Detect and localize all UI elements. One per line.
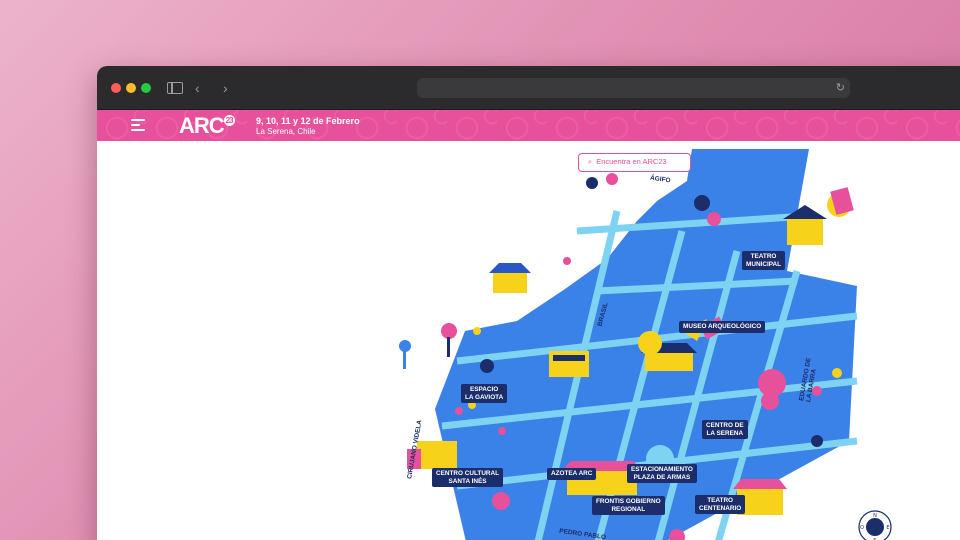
- close-window-button[interactable]: [111, 83, 121, 93]
- place-teatro-municipal[interactable]: TEATRO MUNICIPAL: [742, 251, 786, 270]
- chevron-left-icon[interactable]: ‹: [195, 78, 200, 98]
- svg-text:N: N: [873, 513, 877, 519]
- map-content: ⌕ Encuentra en ARC23 TEATRO MUNICIPAL MU…: [97, 141, 960, 540]
- event-dates: 9, 10, 11 y 12 de Febrero: [256, 116, 360, 126]
- sidebar-toggle-icon[interactable]: [167, 82, 183, 94]
- place-frontis-gobierno-regional[interactable]: FRONTIS GOBIERNO REGIONAL: [592, 496, 665, 515]
- search-input[interactable]: ⌕ Encuentra en ARC23: [578, 153, 691, 172]
- site-header: ARC 23 9, 10, 11 y 12 de Febrero La Seren…: [97, 110, 960, 141]
- browser-titlebar: ‹ › ↻: [97, 66, 960, 110]
- address-bar[interactable]: ↻: [417, 78, 850, 98]
- svg-text:E: E: [886, 525, 889, 531]
- svg-text:O: O: [860, 525, 864, 531]
- place-estacionamiento-plaza-de-armas[interactable]: ESTACIONAMIENTO PLAZA DE ARMAS: [627, 464, 697, 483]
- city-map[interactable]: [97, 141, 960, 540]
- place-teatro-centenario[interactable]: TEATRO CENTENARIO: [695, 495, 746, 514]
- hamburger-menu-icon[interactable]: [131, 119, 145, 131]
- arc-logo[interactable]: ARC 23: [179, 113, 235, 139]
- search-icon: ⌕: [588, 157, 593, 166]
- place-espacio-la-gaviota[interactable]: ESPACIO LA GAVIOTA: [461, 384, 508, 403]
- minimize-window-button[interactable]: [126, 83, 136, 93]
- place-azotea-arc[interactable]: AZOTEA ARC: [547, 468, 597, 480]
- place-centro-cultural-santa-ines[interactable]: CENTRO CULTURAL SANTA INÉS: [432, 468, 504, 487]
- compass-icon: N E S O: [858, 510, 892, 540]
- maximize-window-button[interactable]: [141, 83, 151, 93]
- place-centro-de-la-serena[interactable]: CENTRO DE LA SERENA: [702, 420, 748, 439]
- chevron-right-icon[interactable]: ›: [223, 78, 228, 98]
- event-city: La Serena, Chile: [256, 127, 316, 136]
- browser-window: ‹ › ↻ ARC 23 9, 10, 11 y 12 de Febrero La…: [97, 66, 960, 540]
- place-museo-arqueologico[interactable]: MUSEO ARQUEOLÓGICO: [679, 321, 766, 333]
- reload-icon[interactable]: ↻: [836, 80, 845, 96]
